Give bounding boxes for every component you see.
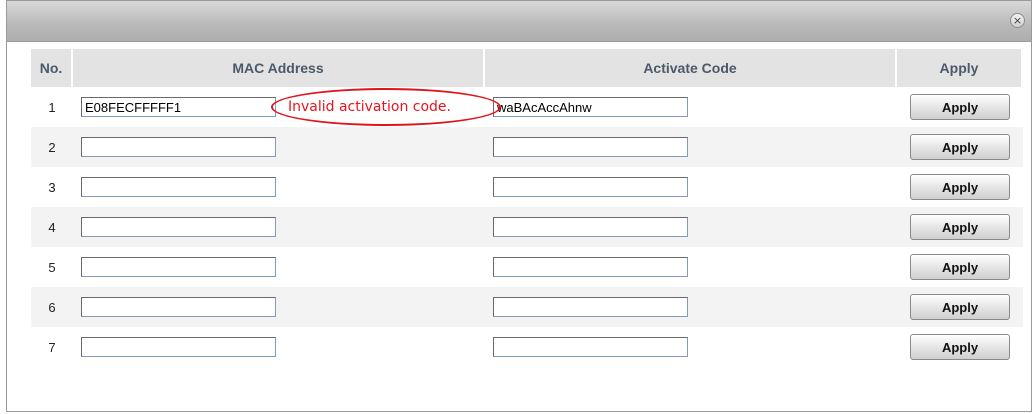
mac-address-input[interactable]: [81, 257, 276, 277]
row-number: 1: [48, 99, 56, 115]
mac-address-input[interactable]: [81, 337, 276, 357]
row-number: 6: [48, 299, 56, 315]
apply-button[interactable]: Apply: [910, 214, 1010, 240]
row-number: 2: [48, 139, 56, 155]
activate-code-input[interactable]: [493, 217, 688, 237]
apply-button[interactable]: Apply: [910, 94, 1010, 120]
row-number: 5: [48, 259, 56, 275]
table-header: No. MAC Address Activate Code Apply: [31, 49, 1023, 87]
activate-code-input[interactable]: [493, 177, 688, 197]
row-number: 7: [48, 339, 56, 355]
apply-button[interactable]: Apply: [910, 254, 1010, 280]
header-no: No.: [31, 49, 73, 87]
activate-code-input[interactable]: [493, 97, 688, 117]
header-activate-code: Activate Code: [485, 49, 897, 87]
table-row: 1 Invalid activation code. Apply: [31, 87, 1023, 127]
apply-button[interactable]: Apply: [910, 174, 1010, 200]
activate-code-input[interactable]: [493, 337, 688, 357]
row-number: 3: [48, 179, 56, 195]
table-row: 6 Apply: [31, 287, 1023, 327]
header-mac-address: MAC Address: [73, 49, 485, 87]
table-row: 7 Apply: [31, 327, 1023, 367]
table-row: 3 Apply: [31, 167, 1023, 207]
close-icon[interactable]: ×: [1010, 13, 1025, 28]
table-row: 4 Apply: [31, 207, 1023, 247]
row-number: 4: [48, 219, 56, 235]
activate-code-input[interactable]: [493, 137, 688, 157]
mac-address-input[interactable]: [81, 297, 276, 317]
mac-address-input[interactable]: [81, 217, 276, 237]
activation-table: No. MAC Address Activate Code Apply 1 In…: [31, 49, 1023, 367]
activation-dialog: × No. MAC Address Activate Code Apply 1 …: [6, 0, 1032, 412]
dialog-title-bar: ×: [7, 1, 1031, 42]
apply-button[interactable]: Apply: [910, 294, 1010, 320]
apply-button[interactable]: Apply: [910, 134, 1010, 160]
mac-address-input[interactable]: [81, 97, 276, 117]
apply-button[interactable]: Apply: [910, 334, 1010, 360]
table-row: 5 Apply: [31, 247, 1023, 287]
mac-address-input[interactable]: [81, 137, 276, 157]
error-message: Invalid activation code.: [288, 99, 451, 115]
mac-address-input[interactable]: [81, 177, 276, 197]
activate-code-input[interactable]: [493, 257, 688, 277]
activate-code-input[interactable]: [493, 297, 688, 317]
table-row: 2 Apply: [31, 127, 1023, 167]
header-apply: Apply: [897, 49, 1023, 87]
